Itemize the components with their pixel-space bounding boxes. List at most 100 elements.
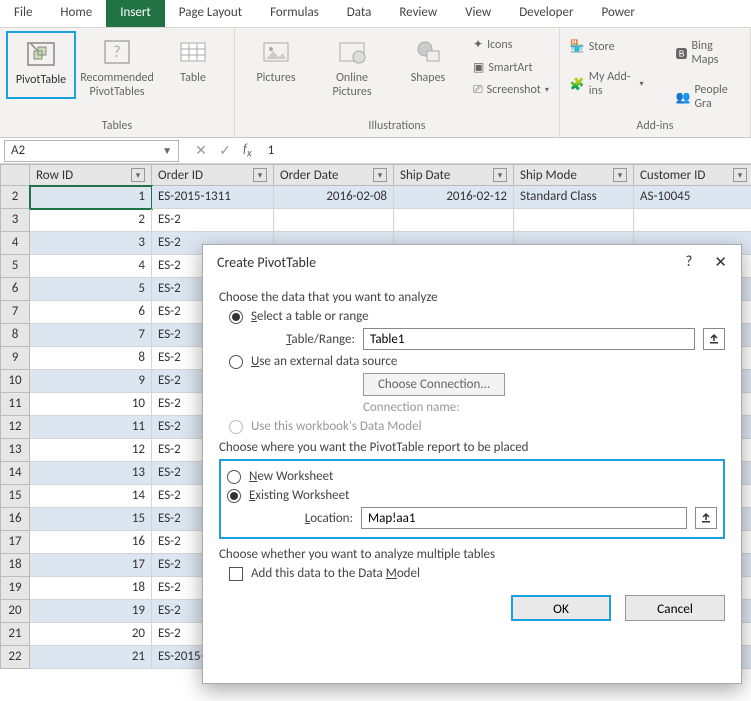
filter-dropdown-icon[interactable]: ▾ — [373, 168, 387, 182]
cell[interactable]: 19 — [30, 600, 152, 623]
people-graph-button[interactable]: 👥People Gra — [672, 81, 745, 113]
row-header[interactable]: 22 — [0, 646, 30, 669]
option-external-source[interactable]: Use an external data source — [229, 354, 725, 369]
cell[interactable]: 15 — [30, 508, 152, 531]
row-header[interactable]: 19 — [0, 577, 30, 600]
fx-icon[interactable]: fx — [243, 142, 262, 160]
row-header[interactable]: 3 — [0, 209, 30, 232]
filter-dropdown-icon[interactable]: ▾ — [493, 168, 507, 182]
row-header[interactable]: 10 — [0, 370, 30, 393]
cell[interactable]: 13 — [30, 462, 152, 485]
row-header[interactable]: 2 — [0, 186, 30, 209]
option-select-table[interactable]: Select a table or range — [229, 309, 725, 324]
radio-new-worksheet[interactable] — [227, 470, 241, 484]
store-button[interactable]: 🏪Store — [566, 37, 648, 56]
radio-select-table[interactable] — [229, 310, 243, 324]
row-header[interactable]: 20 — [0, 600, 30, 623]
tab-formulas[interactable]: Formulas — [256, 0, 333, 27]
cell[interactable]: 10 — [30, 393, 152, 416]
shapes-button[interactable]: Shapes — [393, 31, 463, 99]
cell[interactable]: ES-2015-1311 — [152, 186, 274, 209]
cell[interactable]: 11 — [30, 416, 152, 439]
tab-review[interactable]: Review — [385, 0, 451, 27]
cell[interactable]: 18 — [30, 577, 152, 600]
tab-page-layout[interactable]: Page Layout — [165, 0, 256, 27]
row-header[interactable]: 12 — [0, 416, 30, 439]
pivottable-button[interactable]: PivotTable — [6, 31, 76, 99]
filter-dropdown-icon[interactable]: ▾ — [253, 168, 267, 182]
cell[interactable]: 12 — [30, 439, 152, 462]
cell[interactable]: 3 — [30, 232, 152, 255]
tab-data[interactable]: Data — [333, 0, 386, 27]
row-header[interactable]: 13 — [0, 439, 30, 462]
tab-home[interactable]: Home — [46, 0, 106, 27]
cell[interactable]: 16 — [30, 531, 152, 554]
cell[interactable] — [274, 209, 394, 232]
pictures-button[interactable]: Pictures — [241, 31, 311, 99]
row-header[interactable]: 7 — [0, 301, 30, 324]
column-header[interactable]: Order ID▾ — [152, 164, 274, 186]
select-all-corner[interactable] — [0, 164, 30, 186]
row-header[interactable]: 21 — [0, 623, 30, 646]
tab-developer[interactable]: Developer — [505, 0, 587, 27]
cell[interactable]: 2016-02-12 — [394, 186, 514, 209]
cell[interactable]: 2 — [30, 209, 152, 232]
radio-external-source[interactable] — [229, 355, 243, 369]
online-pictures-button[interactable]: Online Pictures — [317, 31, 387, 99]
cell[interactable]: 5 — [30, 278, 152, 301]
cell[interactable]: 4 — [30, 255, 152, 278]
row-header[interactable]: 6 — [0, 278, 30, 301]
column-header[interactable]: Customer ID▾ — [634, 164, 751, 186]
cell[interactable]: Standard Class — [514, 186, 634, 209]
smartart-button[interactable]: ▣SmartArt — [469, 58, 553, 77]
tab-file[interactable]: File — [0, 0, 46, 27]
bing-maps-button[interactable]: 🅱Bing Maps — [672, 37, 745, 69]
table-button[interactable]: Table — [158, 31, 228, 99]
row-header[interactable]: 18 — [0, 554, 30, 577]
filter-dropdown-icon[interactable]: ▾ — [131, 168, 145, 182]
screenshot-button[interactable]: ⎚Screenshot ▾ — [469, 81, 553, 99]
dialog-help-button[interactable]: ? — [685, 253, 692, 272]
option-add-data-model[interactable]: Add this data to the Data Model — [229, 566, 725, 581]
cell[interactable]: 6 — [30, 301, 152, 324]
icons-button[interactable]: ✦Icons — [469, 35, 553, 54]
location-picker[interactable] — [695, 507, 717, 529]
my-addins-button[interactable]: 🧩My Add-ins ▾ — [566, 68, 648, 100]
table-range-input[interactable] — [363, 328, 695, 350]
enter-formula-icon[interactable]: ✓ — [217, 142, 233, 159]
tab-view[interactable]: View — [451, 0, 505, 27]
option-new-worksheet[interactable]: New Worksheet — [227, 469, 717, 484]
dialog-close-button[interactable]: ✕ — [714, 253, 727, 272]
cell[interactable]: ES-2 — [152, 209, 274, 232]
checkbox-add-data-model[interactable] — [229, 567, 243, 581]
tab-power[interactable]: Power — [587, 0, 648, 27]
cell[interactable]: 14 — [30, 485, 152, 508]
cell[interactable]: 2016-02-08 — [274, 186, 394, 209]
row-header[interactable]: 11 — [0, 393, 30, 416]
location-input[interactable] — [361, 507, 687, 529]
cancel-button[interactable]: Cancel — [625, 595, 725, 621]
row-header[interactable]: 5 — [0, 255, 30, 278]
row-header[interactable]: 9 — [0, 347, 30, 370]
row-header[interactable]: 17 — [0, 531, 30, 554]
ok-button[interactable]: OK — [511, 595, 611, 621]
row-header[interactable]: 4 — [0, 232, 30, 255]
option-existing-worksheet[interactable]: Existing Worksheet — [227, 488, 717, 503]
formula-input[interactable] — [262, 141, 751, 160]
row-header[interactable]: 14 — [0, 462, 30, 485]
filter-dropdown-icon[interactable]: ▾ — [733, 168, 747, 182]
row-header[interactable]: 8 — [0, 324, 30, 347]
column-header[interactable]: Ship Date▾ — [394, 164, 514, 186]
filter-dropdown-icon[interactable]: ▾ — [613, 168, 627, 182]
cell[interactable] — [634, 209, 751, 232]
radio-existing-worksheet[interactable] — [227, 489, 241, 503]
cell[interactable]: 17 — [30, 554, 152, 577]
cell[interactable]: AS-10045 — [634, 186, 751, 209]
cell[interactable]: 9 — [30, 370, 152, 393]
cell[interactable]: 1 — [30, 186, 152, 209]
column-header[interactable]: Row ID▾ — [30, 164, 152, 186]
cell[interactable] — [394, 209, 514, 232]
name-box[interactable]: A2 ▼ — [4, 140, 179, 162]
name-box-dropdown-icon[interactable]: ▼ — [162, 144, 172, 157]
tab-insert[interactable]: Insert — [106, 0, 165, 27]
